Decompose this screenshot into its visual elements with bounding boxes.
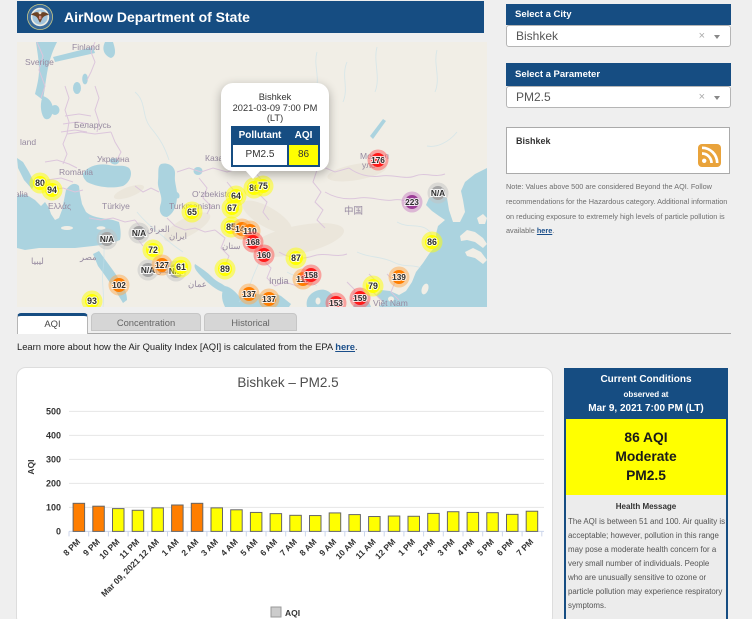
svg-text:158: 158 [304, 270, 318, 280]
svg-text:6 PM: 6 PM [495, 537, 516, 558]
svg-text:5 AM: 5 AM [238, 537, 259, 558]
svg-text:65: 65 [187, 207, 197, 217]
svg-text:中国: 中国 [344, 205, 363, 217]
svg-text:India: India [269, 276, 289, 286]
svg-text:Bishkek – PM2.5: Bishkek – PM2.5 [237, 375, 338, 390]
svg-text:6 AM: 6 AM [258, 537, 279, 558]
svg-text:AQI: AQI [26, 459, 36, 474]
svg-text:2 PM: 2 PM [416, 537, 437, 558]
svg-text:Ελλάς: Ελλάς [48, 201, 71, 211]
svg-text:200: 200 [46, 478, 61, 488]
svg-text:168: 168 [246, 237, 260, 247]
svg-text:223: 223 [405, 197, 419, 207]
svg-text:100: 100 [46, 502, 61, 512]
svg-text:Türkiye: Türkiye [102, 201, 130, 211]
svg-text:Украина: Украина [97, 154, 130, 164]
svg-text:3 PM: 3 PM [435, 537, 456, 558]
svg-text:176: 176 [371, 155, 385, 165]
svg-text:N/A: N/A [132, 228, 146, 238]
svg-text:ستان: ستان [222, 241, 241, 251]
svg-text:86: 86 [427, 237, 437, 247]
svg-text:160: 160 [257, 250, 271, 260]
svg-text:0: 0 [56, 526, 61, 536]
svg-text:7 PM: 7 PM [514, 537, 535, 558]
svg-text:4 AM: 4 AM [219, 537, 240, 558]
svg-text:87: 87 [291, 253, 301, 263]
svg-text:61: 61 [176, 262, 186, 272]
svg-text:Беларусь: Беларусь [74, 120, 112, 130]
svg-text:159: 159 [353, 293, 367, 303]
svg-text:79: 79 [368, 281, 378, 291]
svg-text:Italia: Italia [17, 189, 28, 199]
svg-text:75: 75 [258, 181, 268, 191]
svg-text:ايران: ايران [169, 231, 187, 242]
svg-text:10 AM: 10 AM [333, 537, 358, 562]
svg-text:8 PM: 8 PM [61, 537, 82, 558]
svg-text:N/A: N/A [100, 234, 114, 244]
svg-text:Việt Nam: Việt Nam [373, 298, 408, 307]
svg-text:12 PM: 12 PM [373, 537, 397, 561]
svg-text:8 AM: 8 AM [297, 537, 318, 558]
svg-text:400: 400 [46, 430, 61, 440]
svg-text:500: 500 [46, 406, 61, 416]
svg-text:Sverige: Sverige [25, 57, 54, 67]
svg-text:137: 137 [262, 294, 276, 304]
svg-text:2 AM: 2 AM [179, 537, 200, 558]
svg-text:94: 94 [47, 185, 57, 195]
svg-text:مصر: مصر [79, 252, 97, 263]
svg-text:عمان: عمان [188, 279, 207, 289]
svg-text:67: 67 [227, 203, 237, 213]
svg-text:3 AM: 3 AM [199, 537, 220, 558]
svg-text:5 PM: 5 PM [475, 537, 496, 558]
svg-text:land: land [20, 137, 36, 147]
svg-text:7 AM: 7 AM [278, 537, 299, 558]
svg-text:Finland: Finland [72, 42, 100, 52]
svg-text:93: 93 [87, 296, 97, 306]
svg-text:AQI: AQI [285, 608, 300, 618]
svg-text:10 PM: 10 PM [97, 537, 121, 561]
svg-text:89: 89 [220, 264, 230, 274]
svg-text:N/A: N/A [431, 188, 445, 198]
svg-text:300: 300 [46, 454, 61, 464]
svg-text:72: 72 [148, 245, 158, 255]
svg-text:1 AM: 1 AM [159, 537, 180, 558]
svg-text:137: 137 [242, 289, 256, 299]
svg-text:1 PM: 1 PM [396, 537, 417, 558]
svg-text:România: România [59, 167, 93, 177]
svg-text:11 AM: 11 AM [353, 537, 377, 561]
svg-text:ليبيا: ليبيا [31, 256, 44, 266]
svg-text:139: 139 [392, 272, 406, 282]
svg-text:102: 102 [112, 280, 126, 290]
svg-text:4 PM: 4 PM [455, 537, 476, 558]
svg-text:153: 153 [329, 298, 343, 307]
svg-text:العراق: العراق [147, 224, 170, 235]
